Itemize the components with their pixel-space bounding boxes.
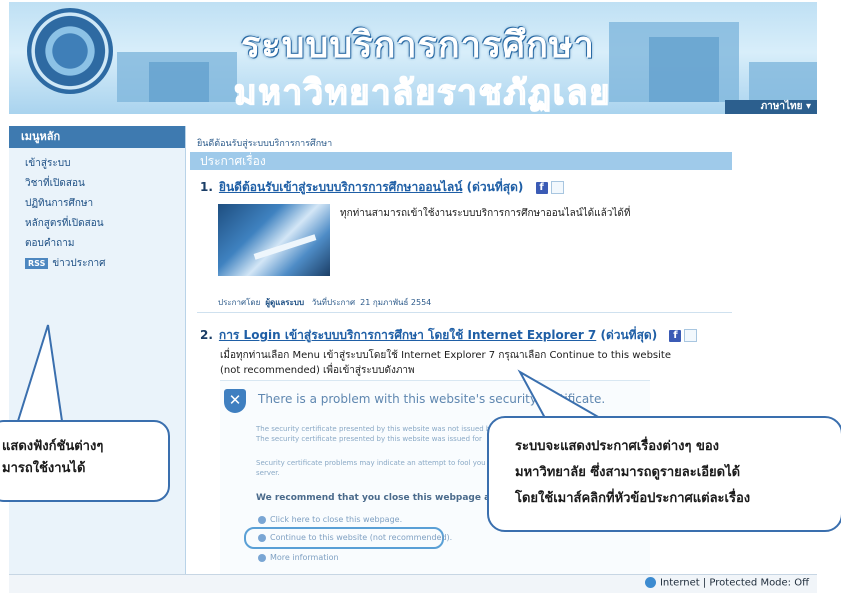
facebook-share-icon[interactable]: f <box>669 329 682 342</box>
cert-option-more: More information <box>258 553 339 562</box>
breadcrumb: ยินดีต้อนรับสู่ระบบบริการการศึกษา <box>197 139 333 149</box>
sidebar-heading: เมนูหลัก <box>9 126 185 148</box>
site-subtitle: มหาวิทยาลัยราชภัฏเลย <box>233 72 612 114</box>
callout-text: ระบบจะแสดงประกาศเรื่องต่างๆ ของ <box>515 439 720 454</box>
cert-text: The security certificate presented by th… <box>256 435 482 443</box>
status-bar: Internet | Protected Mode: Off <box>9 574 817 593</box>
chevron-down-icon <box>258 553 266 562</box>
sidebar-item-calendar[interactable]: ปฏิทินการศึกษา <box>9 194 185 214</box>
news-meta: ประกาศโดย ผู้ดูแลระบบ วันที่ประกาศ 21 กุ… <box>218 298 432 307</box>
news-item-1-title[interactable]: 1. ยินดีต้อนรับเข้าสู่ระบบบริการการศึกษาอ… <box>200 178 564 197</box>
language-select[interactable]: ภาษาไทย ▾ <box>725 100 817 114</box>
urgent-tag: (ด่วนที่สุด) <box>466 180 524 194</box>
callout-text: แสดงฟังก์ชันต่างๆ <box>2 439 104 454</box>
news-number: 2. <box>200 328 213 342</box>
sidebar-item-login[interactable]: เข้าสู่ระบบ <box>9 154 185 174</box>
callout-left: แสดงฟังก์ชันต่างๆมารถใช้งานได้ <box>0 420 170 502</box>
cert-text: Security certificate problems may indica… <box>256 459 486 467</box>
sidebar-item-label: ข่าวประกาศ <box>52 258 106 269</box>
cert-text: The security certificate presented by th… <box>256 425 495 433</box>
sidebar-item-news[interactable]: RSS ข่าวประกาศ <box>9 254 185 274</box>
share-icon[interactable] <box>550 181 564 194</box>
callout-text: มหาวิทยาลัย ซึ่งสามารถดูรายละเอียดได้ <box>515 465 741 480</box>
callout-text: โดยใช้เมาส์คลิกที่หัวข้อประกาศแต่ละเรื่อ… <box>515 491 751 506</box>
news-link[interactable]: ยินดีต้อนรับเข้าสู่ระบบบริการการศึกษาออน… <box>219 180 463 194</box>
news-item-1-body: ทุกท่านสามารถเข้าใช้งานระบบบริการการศึกษ… <box>340 208 631 219</box>
status-zone: Internet | Protected Mode: Off <box>644 577 809 589</box>
news-item-2-title[interactable]: 2. การ Login เข้าสู่ระบบบริการการศึกษา โด… <box>200 326 698 345</box>
globe-icon <box>644 577 656 588</box>
callout-text: มารถใช้งานได้ <box>2 461 86 476</box>
news-link[interactable]: การ Login เข้าสู่ระบบบริการการศึกษา โดยใ… <box>219 328 596 342</box>
shield-x-icon: ✕ <box>224 389 246 413</box>
cert-option-close: Click here to close this webpage. <box>258 515 402 524</box>
university-seal-icon <box>27 8 113 94</box>
sidebar-item-courses[interactable]: วิชาที่เปิดสอน <box>9 174 185 194</box>
share-icon[interactable] <box>684 329 698 342</box>
warning-icon <box>258 533 266 542</box>
page: ระบบบริการการศึกษา มหาวิทยาลัยราชภัฏเลย … <box>0 0 841 595</box>
sidebar-item-curriculum[interactable]: หลักสูตรที่เปิดสอน <box>9 214 185 234</box>
sidebar: เมนูหลัก เข้าสู่ระบบ วิชาที่เปิดสอน ปฏิท… <box>9 126 186 574</box>
cert-option-continue: Continue to this website (not recommende… <box>258 533 452 542</box>
section-title: ประกาศเรื่อง <box>190 152 732 170</box>
header-banner: ระบบบริการการศึกษา มหาวิทยาลัยราชภัฏเลย … <box>9 2 817 114</box>
divider <box>197 312 732 313</box>
facebook-share-icon[interactable]: f <box>535 181 548 194</box>
check-icon <box>258 515 266 524</box>
news-photo <box>218 204 330 276</box>
urgent-tag: (ด่วนที่สุด) <box>600 328 658 342</box>
sidebar-item-faq[interactable]: ตอบคำถาม <box>9 234 185 254</box>
callout-right: ระบบจะแสดงประกาศเรื่องต่างๆ ของ มหาวิทยา… <box>487 416 841 532</box>
news-item-2-body: เมื่อทุกท่านเลือก Menu เข้าสู่ระบบโดยใช้… <box>220 350 671 376</box>
cert-text: server. <box>256 469 280 477</box>
rss-icon: RSS <box>25 258 49 269</box>
cert-problem-title: There is a problem with this website's s… <box>258 392 606 406</box>
news-number: 1. <box>200 180 213 194</box>
